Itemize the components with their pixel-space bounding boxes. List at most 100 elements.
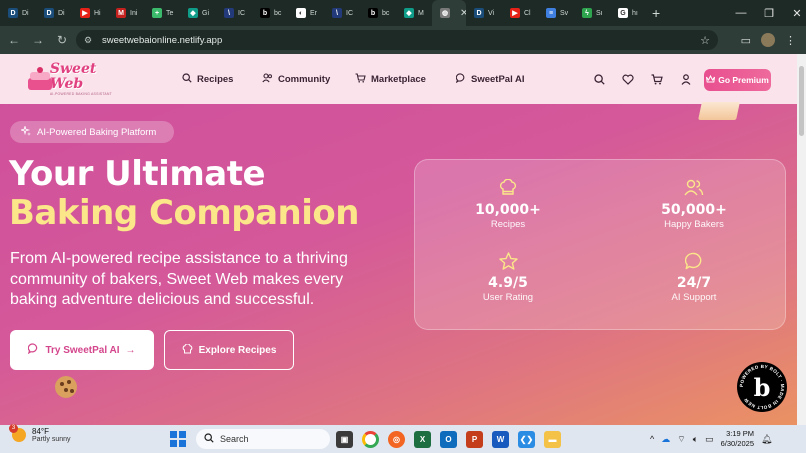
word-app-icon[interactable]: W: [492, 430, 509, 448]
nav-recipes[interactable]: Recipes: [182, 72, 262, 86]
browser-tab[interactable]: ▶ Cl: [502, 0, 538, 26]
taskbar-apps: ▣ ◎ X O P W ❮❯ ▬: [336, 425, 561, 453]
browser-tab[interactable]: M Ini: [108, 0, 144, 26]
tab-title: Vi: [488, 9, 495, 17]
browser-tab[interactable]: \ IC: [216, 0, 252, 26]
wifi-icon[interactable]: ⌔: [677, 434, 685, 445]
clock[interactable]: 3:19 PM 6/30/2025: [721, 429, 754, 449]
back-icon[interactable]: ←: [2, 33, 26, 47]
nav-sweetpal-ai[interactable]: SweetPal AI: [455, 72, 546, 86]
browser-tab[interactable]: ϟ Sı: [574, 0, 610, 26]
tab-title: Te: [166, 9, 174, 17]
cookie-decoration: [55, 376, 77, 398]
browser-tab[interactable]: ◐ Er: [288, 0, 324, 26]
nav-community-label: Community: [278, 73, 331, 85]
try-sweetpal-button[interactable]: Try SweetPal AI →: [10, 330, 154, 370]
search-icon[interactable]: [592, 72, 606, 86]
scrollbar-thumb[interactable]: [799, 66, 804, 136]
svg-text:POWERED BY BOLT · MADE IN BOLT: POWERED BY BOLT · MADE IN BOLT NEW: [739, 364, 785, 410]
taskbar-search[interactable]: Search: [196, 429, 330, 449]
address-bar[interactable]: ⚙ sweetwebaionline.netlify.app ☆: [76, 30, 718, 50]
chevron-up-icon[interactable]: ^: [650, 434, 654, 444]
hero-title-line1: Your Ultimate: [9, 154, 266, 194]
browser-tab[interactable]: \ IC: [324, 0, 360, 26]
window-controls: — ❐ ✕: [730, 0, 806, 26]
users-icon: [262, 72, 273, 86]
hero-subtitle: From AI-powered recipe assistance to a t…: [10, 250, 348, 308]
system-tray: ^ ☁ ⌔ 🔈︎ ▭ 3:19 PM 6/30/2025 🔔︎: [650, 425, 772, 453]
browser-tab[interactable]: D Di: [36, 0, 72, 26]
browser-menu-icon[interactable]: ⋮: [785, 34, 796, 47]
tab-title: bc: [274, 9, 282, 17]
restore-icon[interactable]: ❐: [758, 7, 780, 20]
browser-tab[interactable]: D Vi: [466, 0, 502, 26]
browser-tab[interactable]: Ghı: [610, 0, 646, 26]
header-actions: [592, 54, 693, 104]
users-icon: [684, 178, 704, 198]
bolt-badge[interactable]: POWERED BY BOLT · MADE IN BOLT NEW b: [737, 362, 787, 412]
page-scrollbar[interactable]: [797, 54, 806, 425]
reload-icon[interactable]: ↻: [50, 33, 74, 47]
nav-marketplace[interactable]: Marketplace: [355, 72, 456, 86]
nav-community[interactable]: Community: [262, 72, 355, 86]
browser-tab[interactable]: ◍ ✕: [432, 0, 466, 26]
profile-avatar[interactable]: [761, 33, 775, 47]
tab-title: IC: [346, 9, 353, 17]
stat-ai-support-value: 24/7: [676, 275, 712, 291]
site-logo[interactable]: Sweet Web AI-POWERED BAKING ASSISTANT: [26, 62, 116, 96]
site-info-icon[interactable]: ⚙: [84, 35, 96, 46]
cast-icon[interactable]: ▭: [741, 34, 751, 47]
explore-recipes-button[interactable]: Explore Recipes: [164, 330, 294, 370]
tab-title: Di: [22, 9, 29, 17]
task-view-icon[interactable]: ▣: [336, 430, 353, 448]
browser-tab[interactable]: ◆ M: [396, 0, 432, 26]
user-icon[interactable]: [679, 72, 693, 86]
windows-start-icon[interactable]: [170, 431, 186, 447]
tab-favicon-icon: \: [332, 8, 342, 18]
tab-favicon-icon: D: [44, 8, 54, 18]
tab-favicon-icon: b: [260, 8, 270, 18]
browser-tab[interactable]: D Di: [0, 0, 36, 26]
browser-tab[interactable]: ▶ Hi: [72, 0, 108, 26]
firefox-app-icon[interactable]: ◎: [388, 430, 405, 448]
nav-sweetpal-label: SweetPal AI: [471, 73, 525, 85]
battery-icon[interactable]: ▭: [705, 434, 714, 445]
bookmark-star-icon[interactable]: ☆: [700, 34, 710, 47]
heart-icon[interactable]: [621, 72, 635, 86]
chef-hat-icon: [182, 342, 193, 357]
chrome-app-icon[interactable]: [362, 430, 379, 448]
clock-date: 6/30/2025: [720, 439, 754, 448]
minimize-icon[interactable]: —: [730, 7, 752, 19]
new-tab-button[interactable]: +: [652, 5, 660, 21]
outlook-app-icon[interactable]: O: [440, 430, 457, 448]
stat-happy-bakers-label: Happy Bakers: [664, 219, 724, 230]
browser-tab[interactable]: + Te: [144, 0, 180, 26]
notification-bell-icon[interactable]: 🔔︎: [761, 434, 772, 445]
stat-happy-bakers-value: 50,000+: [661, 202, 727, 218]
close-window-icon[interactable]: ✕: [786, 7, 806, 20]
vscode-app-icon[interactable]: ❮❯: [518, 430, 535, 448]
file-explorer-icon[interactable]: ▬: [544, 430, 561, 448]
forward-icon[interactable]: →: [26, 33, 50, 47]
browser-tab[interactable]: ◆ Gi: [180, 0, 216, 26]
stats-card: 10,000+ Recipes 50,000+ Happy Bakers 4.9…: [414, 159, 786, 330]
onedrive-icon[interactable]: ☁: [661, 434, 670, 445]
search-icon: [204, 433, 214, 445]
browser-tab[interactable]: b bc: [360, 0, 396, 26]
excel-app-icon[interactable]: X: [414, 430, 431, 448]
weather-widget[interactable]: 3 84°F Partly sunny: [9, 424, 71, 443]
stat-recipes-label: Recipes: [490, 219, 526, 230]
tab-favicon-icon: M: [116, 8, 126, 18]
tab-favicon-icon: D: [474, 8, 484, 18]
tab-title: bc: [382, 9, 390, 17]
powerpoint-app-icon[interactable]: P: [466, 430, 483, 448]
taskbar-search-label: Search: [220, 434, 249, 444]
browser-tab[interactable]: b bc: [252, 0, 288, 26]
cart-icon[interactable]: [650, 72, 664, 86]
browser-tab[interactable]: ≡ Sv: [538, 0, 574, 26]
tab-favicon-icon: \: [224, 8, 234, 18]
go-premium-button[interactable]: Go Premium: [704, 69, 771, 91]
crown-icon: [706, 74, 716, 85]
volume-icon[interactable]: 🔈︎: [693, 434, 698, 445]
go-premium-label: Go Premium: [718, 75, 769, 85]
